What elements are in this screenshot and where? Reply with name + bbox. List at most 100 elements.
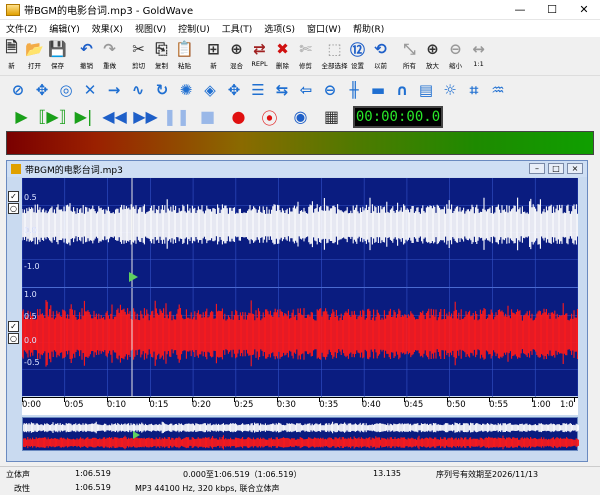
effect-icon[interactable]: ⌗ (462, 79, 486, 101)
menu-item[interactable]: 编辑(Y) (43, 22, 86, 35)
doc-maximize-button[interactable]: □ (548, 163, 564, 174)
effect-icon[interactable]: ◈ (198, 79, 222, 101)
axis-label: 0.5 (24, 312, 37, 321)
effect-icon[interactable]: ⊖ (318, 79, 342, 101)
tick-label: 0:25 (234, 400, 254, 410)
cut-button[interactable]: ✂ 剪切 (127, 37, 150, 75)
toolbar-label: 剪切 (132, 62, 145, 70)
effect-icon[interactable]: ✥ (222, 79, 246, 101)
paste-new-button[interactable]: ⊞ 新 (202, 37, 225, 75)
effect-icon[interactable]: ☰ (246, 79, 270, 101)
left-channel-waveform[interactable]: 0.5 0.0 -1.0 (22, 178, 578, 287)
menu-item[interactable]: 窗口(W) (301, 22, 347, 35)
tick-label: 0:40 (361, 400, 381, 410)
menu-item[interactable]: 视图(V) (129, 22, 172, 35)
effect-icon[interactable]: ✺ (174, 79, 198, 101)
replace-button[interactable]: ⇄ REPL (248, 37, 271, 75)
toolbar-label: 1:1 (473, 60, 484, 68)
timeline-ruler[interactable]: 0:00 0:05 0:10 0:15 0:20 0:25 0:30 0:35 0:40 0:45… (22, 397, 578, 415)
paste-button[interactable]: 📋 粘贴 (173, 37, 196, 75)
effect-icon[interactable]: ⇆ (270, 79, 294, 101)
toolbar-label: 设置 (351, 62, 364, 70)
record-selection-icon[interactable]: ⦿ (254, 105, 285, 129)
play-selection-icon[interactable]: ⟦▶⟧ (37, 105, 68, 129)
effect-icon[interactable]: → (102, 79, 126, 101)
all-button[interactable]: ⤡ 所有 (398, 37, 421, 75)
effect-icon[interactable]: ✕ (78, 79, 102, 101)
pause-icon[interactable]: ❚❚ (161, 105, 192, 129)
fast-forward-icon[interactable]: ▶▶ (130, 105, 161, 129)
toolbar-label: 新 (210, 62, 217, 70)
toolbar-label: 打开 (28, 62, 41, 70)
toolbar-label: 全部选择 (321, 62, 348, 70)
right-channel-waveform[interactable]: 1.0 0.5 0.0 -0.5 (22, 287, 578, 397)
toolbar-label: 以前 (374, 62, 387, 70)
play-marker-icon[interactable] (129, 272, 138, 282)
select-all-button[interactable]: ⬚ 全部选择 (321, 37, 348, 75)
minimize-button[interactable]: — (504, 0, 536, 20)
previous-button[interactable]: ⟲ 以前 (369, 37, 392, 75)
menu-item[interactable]: 选项(S) (258, 22, 301, 35)
visual-icon[interactable]: ▦ (316, 105, 347, 129)
menu-item[interactable]: 效果(X) (86, 22, 129, 35)
effect-icon[interactable]: ☼ (438, 79, 462, 101)
undo-button[interactable]: ↶ 撤销 (75, 37, 98, 75)
tick-mark (574, 398, 575, 402)
zoom-out-button[interactable]: ⊖ 缩小 (444, 37, 467, 75)
document-title: 带BGM的电影台词.mp3 (25, 165, 123, 176)
redo-button[interactable]: ↷ 重做 (98, 37, 121, 75)
effect-icon[interactable]: ╫ (342, 79, 366, 101)
effect-icon[interactable]: ∩ (390, 79, 414, 101)
status-modified: 改性 (14, 484, 30, 493)
right-channel-mute-toggle[interactable]: ○ (8, 333, 19, 344)
menu-item[interactable]: 工具(T) (216, 22, 259, 35)
doc-close-button[interactable]: × (567, 163, 583, 174)
right-channel-select-checkbox[interactable]: ✓ (8, 321, 19, 332)
delete-button[interactable]: ✖ 删除 (271, 37, 294, 75)
stop-icon[interactable]: ■ (192, 105, 223, 129)
fit-button[interactable]: ↔ 1:1 (467, 37, 490, 75)
toolbar-label: REPL (251, 60, 268, 68)
close-button[interactable]: ✕ (568, 0, 600, 20)
document-icon (11, 164, 21, 174)
tick-label: 0:30 (276, 400, 296, 410)
left-channel-select-checkbox[interactable]: ✓ (8, 191, 19, 202)
tick-label: 0:55 (489, 400, 509, 410)
new-button[interactable]: 🗎 新 (0, 37, 23, 75)
effect-icon[interactable]: ⊘ (6, 79, 30, 101)
overview-waveform[interactable] (22, 417, 579, 451)
left-channel-mute-toggle[interactable]: ○ (8, 203, 19, 214)
waveform-area[interactable]: 0.5 0.0 -1.0 1.0 0.5 0.0 -0.5 (22, 178, 578, 397)
effect-icon[interactable]: ▤ (414, 79, 438, 101)
effect-icon[interactable]: ✥ (30, 79, 54, 101)
monitor-icon[interactable]: ◉ (285, 105, 316, 129)
effect-icon[interactable]: ⇦ (294, 79, 318, 101)
maximize-button[interactable]: ☐ (536, 0, 568, 20)
main-toolbar: 🗎 新 📂 打开 💾 保存 ↶ 撤销 ↷ 重做 ✂ 剪切 ⎘ 复制 📋 粘贴 ⊞ 新 ⊕ 混合 ⇄ REPL ✖ 删除 ✄ 修剪 ⬚… (0, 37, 600, 76)
copy-button[interactable]: ⎘ 复制 (150, 37, 173, 75)
menu-item[interactable]: 控制(U) (172, 22, 216, 35)
toolbar-label: 修剪 (299, 62, 312, 70)
menu-item[interactable]: 帮助(R) (347, 22, 390, 35)
mix-button[interactable]: ⊕ 混合 (225, 37, 248, 75)
toolbar-label: 所有 (403, 62, 416, 70)
effect-icon[interactable]: ◎ (54, 79, 78, 101)
save-button[interactable]: 💾 保存 (46, 37, 69, 75)
play-icon[interactable]: ▶ (6, 105, 37, 129)
effect-icon[interactable]: ↻ (150, 79, 174, 101)
play-to-end-icon[interactable]: ▶| (68, 105, 99, 129)
menu-item[interactable]: 文件(Z) (0, 22, 43, 35)
all-icon: ⤡ (403, 40, 416, 58)
effect-icon[interactable]: ∿ (126, 79, 150, 101)
trim-button[interactable]: ✄ 修剪 (294, 37, 317, 75)
effect-icon[interactable]: ▬ (366, 79, 390, 101)
set-button[interactable]: ⑫ 设置 (346, 37, 369, 75)
status-channel-mode: 立体声 (6, 470, 30, 479)
doc-minimize-button[interactable]: – (529, 163, 545, 174)
effect-icon[interactable]: ♒ (486, 79, 510, 101)
zoom-in-button[interactable]: ⊕ 放大 (421, 37, 444, 75)
axis-label: -1.0 (24, 262, 40, 271)
open-button[interactable]: 📂 打开 (23, 37, 46, 75)
rewind-icon[interactable]: ◀◀ (99, 105, 130, 129)
record-icon[interactable]: ● (223, 105, 254, 129)
